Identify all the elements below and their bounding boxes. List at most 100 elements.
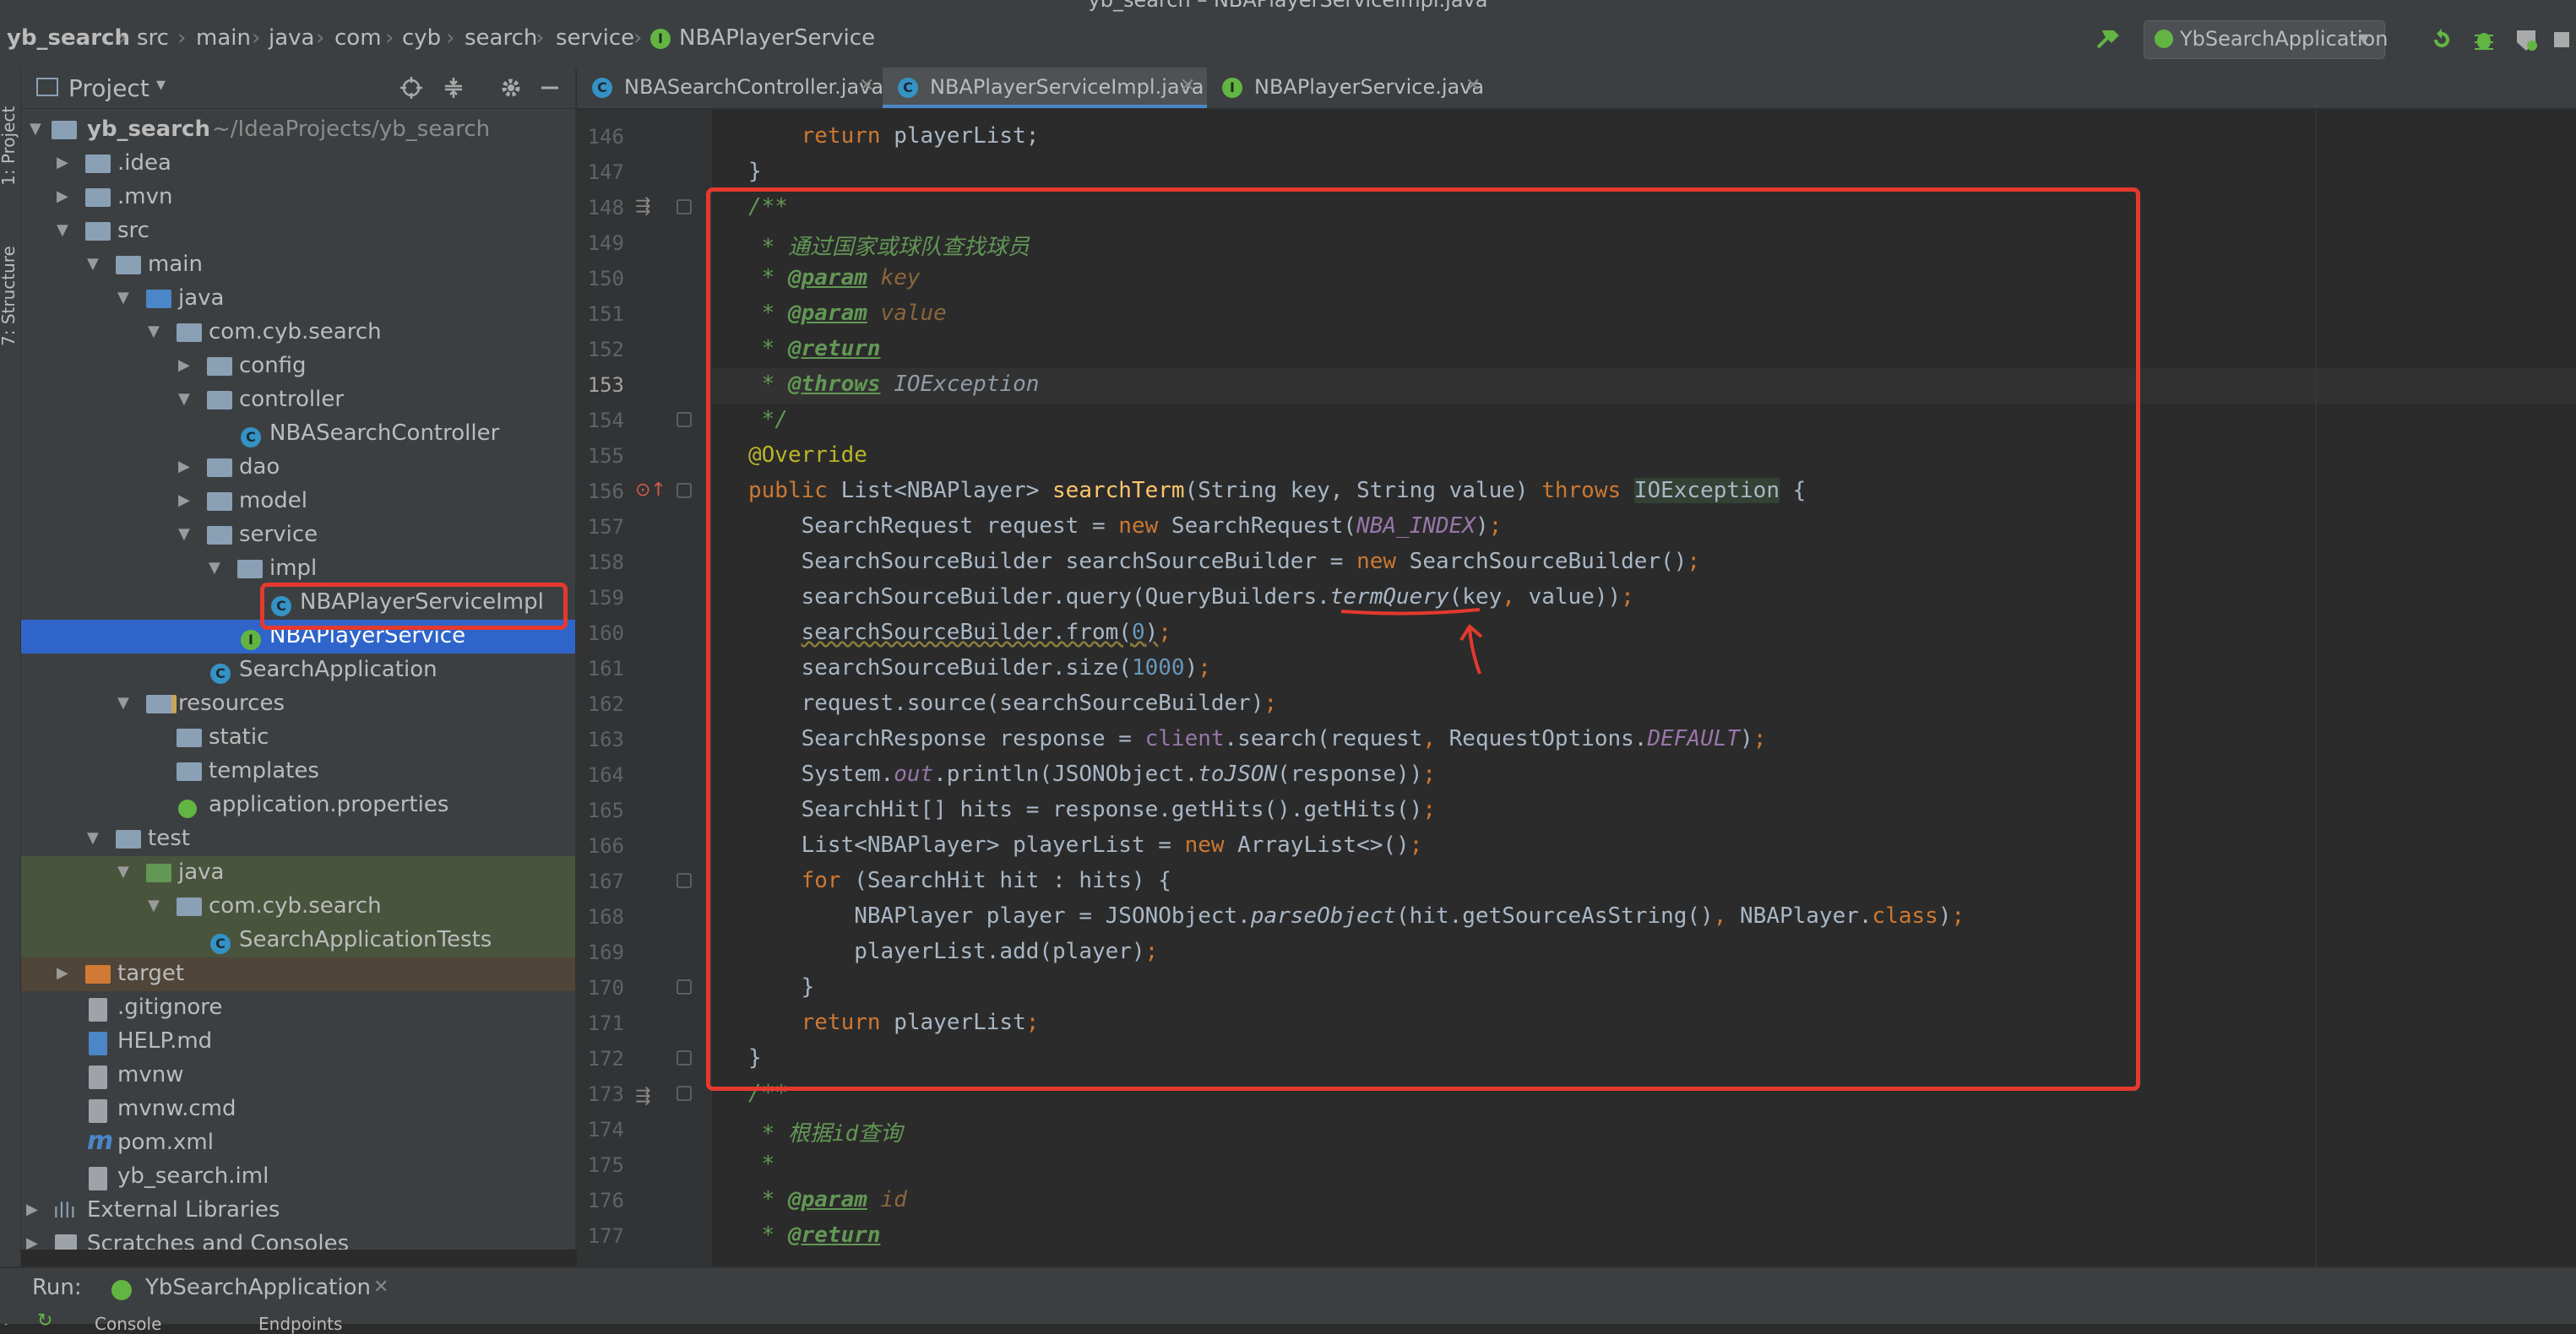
- tab-nbaplayerservice[interactable]: I NBAPlayerService.java ✕: [1207, 68, 1494, 108]
- debug-bug-icon[interactable]: [2471, 27, 2497, 52]
- collapsed-arrow-icon[interactable]: ▶: [26, 1234, 38, 1250]
- tree-item-package[interactable]: ▼ com.cyb.search: [21, 316, 575, 350]
- doc-render-icon[interactable]: ⇶: [635, 1086, 650, 1107]
- fold-marker-icon[interactable]: [677, 979, 692, 995]
- tree-item-target[interactable]: ▶ target: [21, 957, 575, 991]
- breadcrumb-service[interactable]: service: [556, 25, 634, 51]
- breadcrumb-main[interactable]: main: [196, 25, 251, 51]
- fold-marker-icon[interactable]: [677, 1086, 692, 1101]
- tree-item-scratches[interactable]: ▶ Scratches and Consoles: [21, 1228, 575, 1250]
- expanded-arrow-icon[interactable]: ▼: [148, 323, 160, 340]
- fold-marker-icon[interactable]: [677, 1050, 692, 1066]
- tree-item-root[interactable]: ▼ yb_search ~/IdeaProjects/yb_search: [21, 113, 575, 147]
- rerun-icon[interactable]: ↻: [37, 1310, 52, 1331]
- project-tool-window-button[interactable]: 1: Project: [0, 106, 19, 186]
- profiler-icon[interactable]: [2551, 27, 2576, 52]
- doc-render-icon[interactable]: ⇶: [635, 196, 650, 217]
- run-configuration-selector[interactable]: YbSearchApplication ▾: [2144, 20, 2388, 59]
- collapsed-arrow-icon[interactable]: ▶: [57, 964, 68, 982]
- tree-item-mvnw-cmd[interactable]: mvnw.cmd: [21, 1093, 575, 1126]
- tree-item-test[interactable]: ▼ test: [21, 822, 575, 856]
- navigation-bar: yb_search › src › main › java › com › cy…: [0, 12, 2576, 69]
- project-view-selector[interactable]: Project: [68, 74, 149, 102]
- tab-nbaplayerserviceimpl[interactable]: C NBAPlayerServiceImpl.java ✕: [883, 68, 1207, 108]
- tree-item-test-package[interactable]: ▼ com.cyb.search: [21, 890, 575, 924]
- run-subtab-endpoints[interactable]: Endpoints: [258, 1314, 342, 1334]
- tree-item-mvn[interactable]: ▶ .mvn: [21, 181, 575, 214]
- tree-item-controller[interactable]: ▼ controller: [21, 383, 575, 417]
- tree-item-external-libraries[interactable]: ▶ ıllı External Libraries: [21, 1194, 575, 1228]
- breadcrumb-com[interactable]: com: [334, 25, 382, 51]
- tree-item-help-md[interactable]: HELP.md: [21, 1025, 575, 1059]
- tree-item-application-properties[interactable]: application.properties: [21, 789, 575, 822]
- tree-item-config[interactable]: ▶ config: [21, 350, 575, 383]
- collapsed-arrow-icon[interactable]: ▶: [178, 491, 190, 509]
- tree-item-main[interactable]: ▼ main: [21, 248, 575, 282]
- collapsed-arrow-icon[interactable]: ▶: [57, 154, 68, 171]
- breadcrumb-search[interactable]: search: [465, 25, 537, 51]
- coverage-icon[interactable]: [2514, 27, 2539, 52]
- expanded-arrow-icon[interactable]: ▼: [209, 559, 220, 577]
- breadcrumb-src[interactable]: src: [137, 25, 169, 51]
- tree-item-searchapplication[interactable]: C SearchApplication: [21, 653, 575, 687]
- tree-item-resources[interactable]: ▼ resources: [21, 687, 575, 721]
- run-tab-label[interactable]: YbSearchApplication: [145, 1275, 371, 1300]
- breadcrumb-java[interactable]: java: [269, 25, 314, 51]
- fold-marker-icon[interactable]: [677, 412, 692, 427]
- close-icon[interactable]: ✕: [373, 1277, 389, 1298]
- collapse-all-icon[interactable]: [442, 76, 465, 100]
- tree-item-pom-xml[interactable]: m pom.xml: [21, 1126, 575, 1160]
- fold-marker-icon[interactable]: [677, 483, 692, 498]
- tree-item-src[interactable]: ▼ src: [21, 214, 575, 248]
- maven-icon: m: [87, 1126, 114, 1156]
- tree-item-searchapplicationtests[interactable]: C SearchApplicationTests: [21, 924, 575, 957]
- expanded-arrow-icon[interactable]: ▼: [57, 221, 68, 239]
- locate-target-icon[interactable]: [399, 76, 423, 100]
- implementing-method-icon[interactable]: ⊙↑: [635, 480, 666, 501]
- script-file-icon: [89, 1066, 107, 1089]
- tree-item-impl[interactable]: ▼ impl: [21, 552, 575, 586]
- expanded-arrow-icon[interactable]: ▼: [117, 863, 129, 881]
- tree-item-model[interactable]: ▶ model: [21, 485, 575, 518]
- tree-item-test-java[interactable]: ▼ java: [21, 856, 575, 890]
- rerun-icon[interactable]: [2429, 27, 2454, 52]
- close-icon[interactable]: ✕: [859, 75, 874, 96]
- expanded-arrow-icon[interactable]: ▼: [30, 120, 41, 138]
- close-icon[interactable]: ✕: [1465, 75, 1481, 96]
- expanded-arrow-icon[interactable]: ▼: [117, 694, 129, 712]
- gear-icon[interactable]: [499, 76, 523, 100]
- hide-panel-icon[interactable]: [538, 76, 562, 100]
- expanded-arrow-icon[interactable]: ▼: [178, 525, 190, 543]
- expanded-arrow-icon[interactable]: ▼: [87, 829, 99, 847]
- tree-item-dao[interactable]: ▶ dao: [21, 451, 575, 485]
- package-icon: [207, 357, 232, 376]
- fold-marker-icon[interactable]: [677, 199, 692, 214]
- close-icon[interactable]: ✕: [1180, 75, 1195, 96]
- tree-item-service[interactable]: ▼ service: [21, 518, 575, 552]
- run-subtab-console[interactable]: Console: [95, 1314, 161, 1334]
- breadcrumb-nbaplayerservice[interactable]: NBAPlayerService: [679, 25, 875, 51]
- collapsed-arrow-icon[interactable]: ▶: [178, 356, 190, 374]
- collapsed-arrow-icon[interactable]: ▶: [178, 458, 190, 475]
- expanded-arrow-icon[interactable]: ▼: [178, 390, 190, 408]
- structure-tool-window-button[interactable]: 7: Structure: [0, 246, 19, 346]
- fold-marker-icon[interactable]: [677, 873, 692, 888]
- breadcrumb-cyb[interactable]: cyb: [402, 25, 441, 51]
- tree-item-templates[interactable]: templates: [21, 755, 575, 789]
- tree-item-iml[interactable]: yb_search.iml: [21, 1160, 575, 1194]
- tree-item-mvnw[interactable]: mvnw: [21, 1059, 575, 1093]
- collapsed-arrow-icon[interactable]: ▶: [26, 1201, 38, 1218]
- expanded-arrow-icon[interactable]: ▼: [117, 289, 129, 306]
- tab-nbasearchcontroller[interactable]: C NBASearchController.java ✕: [577, 68, 883, 108]
- build-hammer-icon[interactable]: [2095, 27, 2120, 52]
- tree-item-idea[interactable]: ▶ .idea: [21, 147, 575, 181]
- breadcrumb-project[interactable]: yb_search: [7, 25, 130, 51]
- tree-item-nbasearchcontroller[interactable]: C NBASearchController: [21, 417, 575, 451]
- tree-item-gitignore[interactable]: .gitignore: [21, 991, 575, 1025]
- collapsed-arrow-icon[interactable]: ▶: [57, 187, 68, 205]
- tree-item-java[interactable]: ▼ java: [21, 282, 575, 316]
- expanded-arrow-icon[interactable]: ▼: [148, 897, 160, 914]
- expanded-arrow-icon[interactable]: ▼: [87, 255, 99, 273]
- tree-item-static[interactable]: static: [21, 721, 575, 755]
- chevron-down-icon[interactable]: ▾: [156, 74, 166, 95]
